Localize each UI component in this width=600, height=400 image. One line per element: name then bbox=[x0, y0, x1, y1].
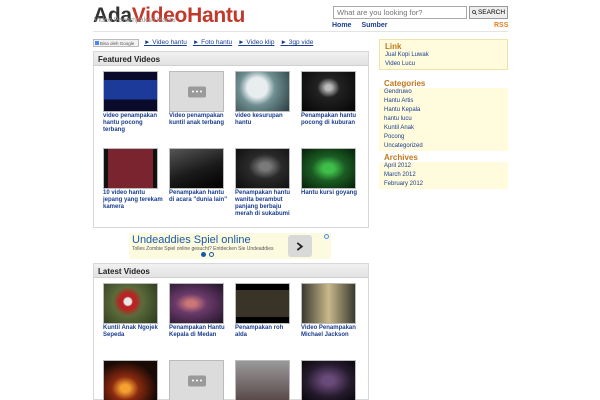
category-links: ► Video hantu ► Foto hantu ► Video klip … bbox=[144, 39, 313, 46]
video-item[interactable]: Penampakan hantu wanita berambut panjang… bbox=[235, 148, 297, 218]
site-logo[interactable]: AdaVideoHantu bbox=[93, 4, 245, 28]
sidebar-categories-box: Categories Gendruwo Hantu Artis Hantu Ke… bbox=[379, 77, 508, 151]
video-item[interactable]: Hantu kursi goyang bbox=[301, 148, 363, 197]
video-thumbnail[interactable] bbox=[103, 283, 158, 324]
translate-label: Bisa oleh Google bbox=[100, 40, 135, 46]
video-title-link[interactable]: Video penampakan kuntil anak terbang bbox=[169, 113, 229, 127]
ad-banner[interactable]: Undeaddies Spiel online Tolles Zombie Sp… bbox=[129, 233, 331, 259]
video-item[interactable]: Penampakan hantu pocong di kuburan bbox=[301, 71, 363, 127]
catlink-foto-hantu[interactable]: ► Foto hantu bbox=[193, 39, 232, 46]
video-thumbnail[interactable] bbox=[235, 71, 290, 112]
nav-sumber[interactable]: Sumber bbox=[361, 22, 387, 29]
sidebar-categories-heading: Categories bbox=[384, 79, 426, 88]
video-title-link[interactable]: Penampakan roh alda bbox=[235, 325, 295, 339]
video-thumbnail[interactable] bbox=[301, 148, 356, 189]
featured-videos-panel: Featured Videos video penampakan hantu p… bbox=[93, 51, 369, 228]
category-item[interactable]: hantu lucu bbox=[384, 115, 508, 124]
video-item[interactable]: Penampakan Hantu Kepala di Medan bbox=[169, 283, 231, 339]
sidebar-link-item[interactable]: Jual Kopi Luwak bbox=[385, 51, 507, 60]
video-item[interactable] bbox=[301, 360, 363, 400]
category-item[interactable]: Uncategorized bbox=[384, 142, 508, 151]
video-item[interactable] bbox=[235, 360, 297, 400]
header-divider bbox=[93, 31, 508, 32]
video-placeholder-icon bbox=[187, 86, 206, 97]
video-title-link[interactable]: Penampakan hantu pocong di kuburan bbox=[301, 113, 361, 127]
video-item[interactable] bbox=[103, 360, 165, 400]
video-item[interactable]: 10 video hantu jepang yang terekam kamer… bbox=[103, 148, 165, 211]
catlink-video-klip[interactable]: ► Video klip bbox=[238, 39, 274, 46]
video-item[interactable]: video penampakan hantu pocong terbang bbox=[103, 71, 165, 134]
video-placeholder-icon bbox=[187, 375, 206, 386]
category-item[interactable]: Hantu Kepala bbox=[384, 106, 508, 115]
catlink-video-hantu[interactable]: ► Video hantu bbox=[144, 39, 187, 46]
video-title-link[interactable]: Hantu kursi goyang bbox=[301, 190, 361, 197]
video-title-link[interactable]: Kuntil Anak Ngojek Sepeda bbox=[103, 325, 163, 339]
google-translate-badge[interactable]: Bisa oleh Google bbox=[93, 39, 139, 47]
video-title-link[interactable]: 10 video hantu jepang yang terekam kamer… bbox=[103, 190, 163, 211]
ad-page-dot-active[interactable] bbox=[201, 252, 206, 257]
featured-videos-heading: Featured Videos bbox=[94, 52, 368, 66]
category-item[interactable]: Pocong bbox=[384, 133, 508, 142]
category-item[interactable]: Hantu Artis bbox=[384, 97, 508, 106]
video-thumbnail[interactable] bbox=[103, 71, 158, 112]
video-item[interactable]: Penampakan roh alda bbox=[235, 283, 297, 339]
search-form: SEARCH bbox=[333, 6, 508, 19]
search-button[interactable]: SEARCH bbox=[469, 6, 508, 19]
video-thumbnail[interactable] bbox=[103, 360, 158, 400]
video-thumbnail[interactable] bbox=[235, 283, 290, 324]
video-item[interactable] bbox=[169, 360, 231, 400]
video-thumbnail[interactable] bbox=[169, 71, 224, 112]
video-item[interactable]: Video penampakan kuntil anak terbang bbox=[169, 71, 231, 127]
archive-item[interactable]: March 2012 bbox=[384, 171, 508, 180]
video-thumbnail[interactable] bbox=[169, 148, 224, 189]
rss-link[interactable]: RSS bbox=[494, 22, 508, 29]
video-title-link[interactable]: video penampakan hantu pocong terbang bbox=[103, 113, 163, 134]
nav-home[interactable]: Home bbox=[332, 22, 351, 29]
video-item[interactable]: video kesurupan hantu bbox=[235, 71, 297, 127]
sidebar-link-item[interactable]: Video Lucu bbox=[385, 60, 507, 69]
category-item[interactable]: Gendruwo bbox=[384, 88, 508, 97]
search-icon bbox=[472, 10, 477, 15]
video-thumbnail[interactable] bbox=[103, 148, 158, 189]
video-title-link[interactable]: Penampakan hantu di acara "dunia lain" bbox=[169, 190, 229, 204]
video-title-link[interactable]: video kesurupan hantu bbox=[235, 113, 295, 127]
video-thumbnail[interactable] bbox=[169, 360, 224, 400]
category-item[interactable]: Kuntil Anak bbox=[384, 124, 508, 133]
catlink-3gp-video[interactable]: ► 3gp vide bbox=[281, 39, 314, 46]
video-thumbnail[interactable] bbox=[235, 148, 290, 189]
video-thumbnail[interactable] bbox=[301, 283, 356, 324]
ad-next-button[interactable] bbox=[288, 235, 312, 257]
video-title-link[interactable]: Penampakan Hantu Kepala di Medan bbox=[169, 325, 229, 339]
video-thumbnail[interactable] bbox=[235, 360, 290, 400]
ad-info-icon[interactable] bbox=[324, 234, 329, 239]
video-thumbnail[interactable] bbox=[301, 360, 356, 400]
ad-title[interactable]: Undeaddies Spiel online bbox=[132, 234, 251, 246]
site-tagline: Video Penampakan Hantu bbox=[94, 17, 176, 24]
latest-videos-panel: Latest Videos Kuntil Anak Ngojek Sepeda P… bbox=[93, 263, 369, 400]
google-icon bbox=[95, 41, 99, 45]
search-input[interactable] bbox=[333, 6, 467, 19]
archive-item[interactable]: February 2012 bbox=[384, 180, 508, 189]
video-item[interactable]: Penampakan hantu di acara "dunia lain" bbox=[169, 148, 231, 204]
video-title-link[interactable]: Video Penampakan Michael Jackson bbox=[301, 325, 361, 339]
search-button-label: SEARCH bbox=[477, 9, 506, 16]
sidebar-archives-heading: Archives bbox=[384, 153, 418, 162]
archive-item[interactable]: April 2012 bbox=[384, 162, 508, 171]
video-thumbnail[interactable] bbox=[301, 71, 356, 112]
latest-videos-heading: Latest Videos bbox=[94, 264, 368, 278]
ad-page-dot[interactable] bbox=[209, 252, 214, 257]
chevron-right-icon bbox=[296, 241, 304, 251]
sidebar-link-box: Link Jual Kopi Luwak Video Lucu bbox=[379, 39, 508, 70]
sidebar-archives-box: Archives April 2012 March 2012 February … bbox=[379, 151, 508, 191]
top-nav: Home Sumber bbox=[332, 22, 388, 29]
video-thumbnail[interactable] bbox=[169, 283, 224, 324]
video-item[interactable]: Kuntil Anak Ngojek Sepeda bbox=[103, 283, 165, 339]
video-title-link[interactable]: Penampakan hantu wanita berambut panjang… bbox=[235, 190, 295, 218]
sidebar-link-heading: Link bbox=[385, 42, 402, 51]
video-item[interactable]: Video Penampakan Michael Jackson bbox=[301, 283, 363, 339]
